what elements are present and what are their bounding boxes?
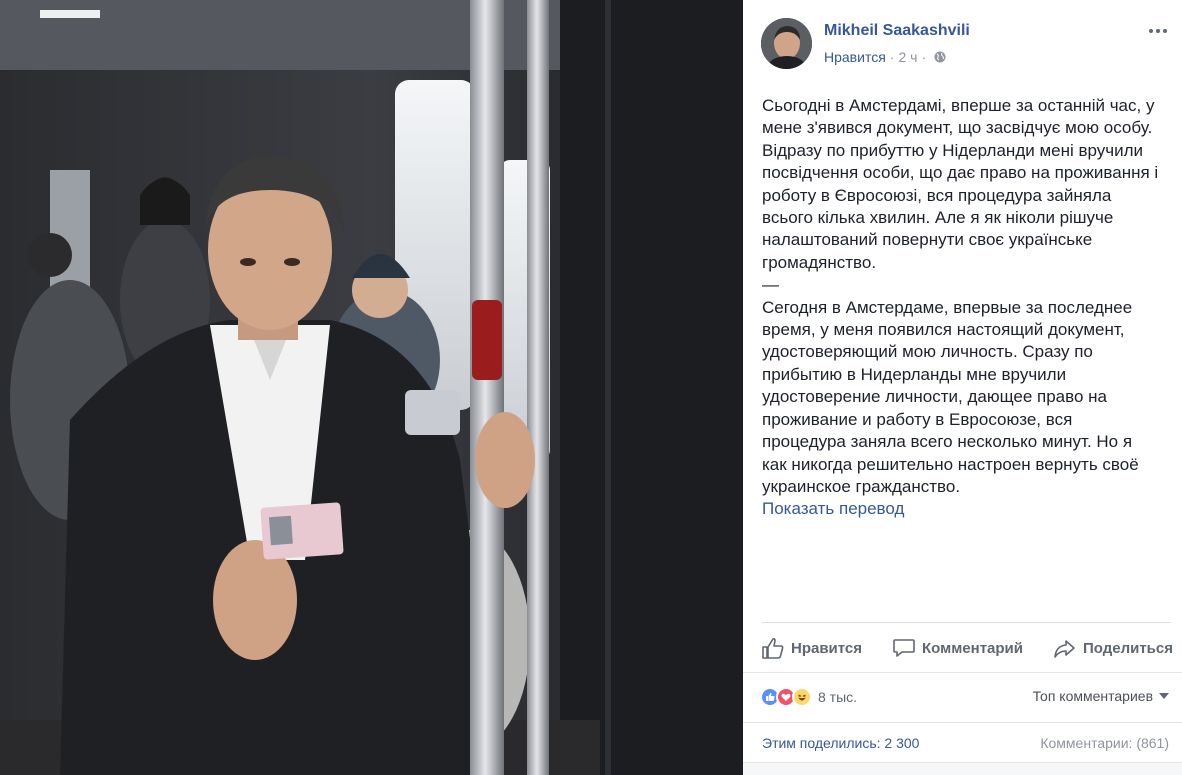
caret-down-icon: [1159, 693, 1169, 699]
comment-button[interactable]: Комментарий: [892, 633, 1023, 663]
share-button-label: Поделиться: [1082, 639, 1173, 657]
post-photo[interactable]: [0, 0, 743, 775]
post-text-line: удостоверяющий мою личность. Сразу по: [762, 342, 1093, 362]
post-text-line: Відразу по прибуттю у Нідерланди мені вр…: [762, 140, 1144, 160]
post-text-line: процедура заняла всего несколько минут. …: [762, 432, 1133, 452]
post-text-line: громадянство.: [762, 252, 877, 272]
post-text-line: как никогда решительно настроен вернуть …: [762, 454, 1139, 474]
share-button[interactable]: Поделиться: [1053, 633, 1173, 663]
post-text-line: Сегодня в Амстердаме, впервые за последн…: [762, 297, 1133, 317]
more-dot-icon: [1149, 29, 1153, 33]
globe-icon[interactable]: [934, 51, 946, 63]
reactions-count[interactable]: 8 тыс.: [818, 689, 857, 705]
post-text-line: мене з'явився документ, що засвідчує мою…: [762, 118, 1153, 138]
thumbs-up-icon: [762, 637, 784, 659]
author-name[interactable]: Mikheil Saakashvili: [824, 22, 970, 40]
meta-separator-2: ·: [921, 49, 927, 65]
photo-illustration: [0, 0, 743, 775]
post-text-line: прибытию в Нидерланды мне вручили: [762, 364, 1067, 384]
reactions-summary[interactable]: 8 тыс.: [760, 686, 857, 708]
haha-reaction-icon: [792, 687, 812, 707]
comment-area: [743, 762, 1182, 775]
post-text-line: украинское гражданство.: [762, 476, 961, 496]
post-panel: Mikheil Saakashvili Нравится · 2 ч · Сьо…: [743, 0, 1182, 775]
top-comments-label: Топ комментариев: [1032, 688, 1153, 704]
comment-button-label: Комментарий: [921, 639, 1023, 657]
divider: [743, 672, 1182, 673]
post-text-line: время, у меня появился настоящий докумен…: [762, 320, 1125, 340]
post-text-line: посвідчення особи, що дає право на прожи…: [762, 163, 1159, 183]
more-dot-icon: [1163, 29, 1167, 33]
post-text: Сьогодні в Амстердамі, вперше за останні…: [762, 95, 1174, 521]
like-button-label: Нравится: [791, 639, 863, 657]
post-time[interactable]: 2 ч: [898, 49, 917, 65]
comment-icon: [893, 639, 915, 657]
avatar-image: [761, 18, 812, 69]
post-text-line: Сьогодні в Амстердамі, вперше за останні…: [762, 96, 1155, 115]
comments-count-link[interactable]: Комментарии: (861): [1040, 735, 1169, 751]
divider: [762, 622, 1171, 623]
more-options-button[interactable]: [1147, 24, 1169, 38]
post-text-line: проживание и работу в Евросоюзе, вся: [762, 409, 1073, 429]
post-text-line: всього кілька хвилин. Але я як ніколи рі…: [762, 208, 1114, 228]
more-dot-icon: [1156, 29, 1160, 33]
post-actions: Нравится Комментарий Поделиться: [761, 633, 1173, 663]
share-icon: [1054, 640, 1075, 658]
post-text-line: роботу в Євросоюзі, вся процедура зайнял…: [762, 185, 1112, 205]
page-like-link[interactable]: Нравится: [824, 49, 886, 65]
post-header: Mikheil Saakashvili Нравится · 2 ч ·: [761, 18, 1171, 70]
author-avatar[interactable]: [761, 18, 812, 69]
post-meta: Нравится · 2 ч ·: [824, 49, 946, 65]
top-comments-dropdown[interactable]: Топ комментариев: [1033, 688, 1169, 704]
shares-count-link[interactable]: Этим поделились: 2 300: [762, 735, 919, 751]
like-button[interactable]: Нравится: [761, 633, 862, 663]
post-text-line: удостоверение личности, дающее право на: [762, 387, 1107, 407]
meta-separator: ·: [889, 49, 895, 65]
divider: [743, 722, 1182, 723]
translate-link[interactable]: Показать перевод: [762, 498, 1174, 520]
post-text-line: налаштований повернути своє українське: [762, 230, 1093, 250]
post-text-line: —: [762, 275, 779, 295]
